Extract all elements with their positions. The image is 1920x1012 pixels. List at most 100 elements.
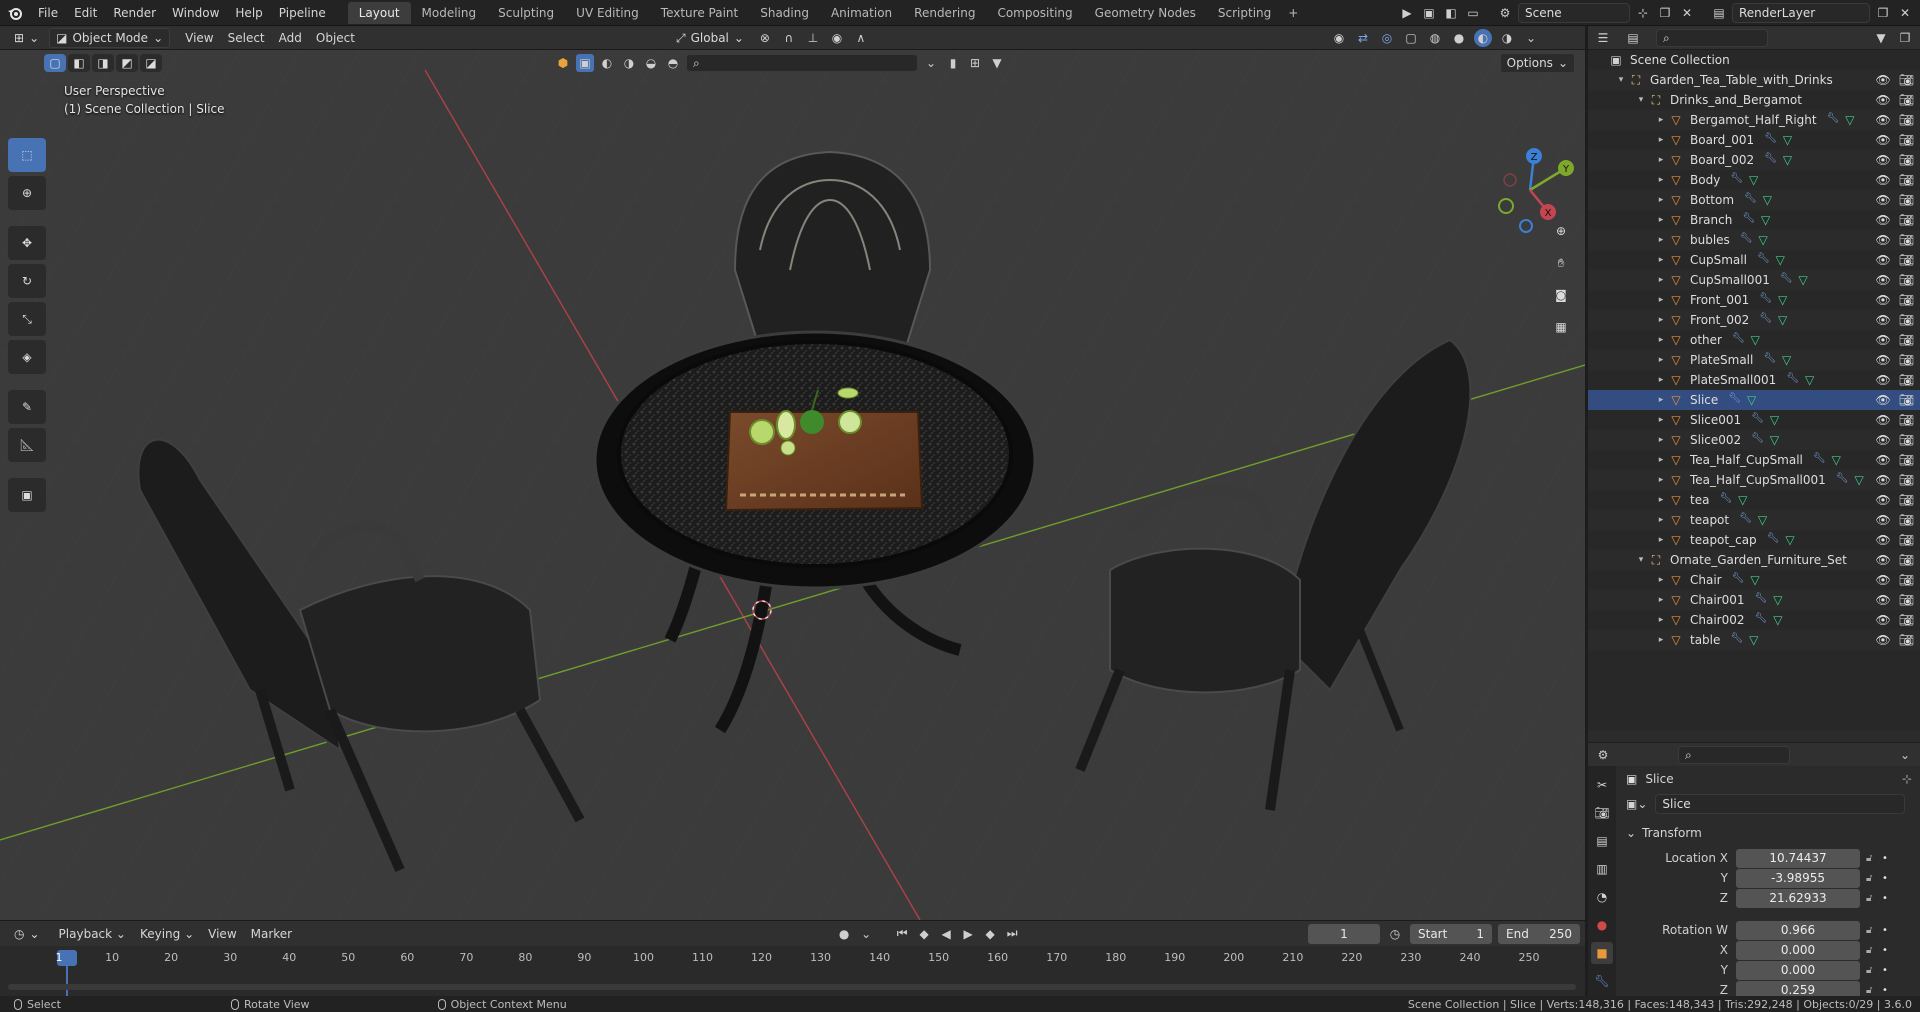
mesh-data-icon[interactable]: ▽ — [1749, 633, 1758, 647]
camera-render-icon[interactable]: 📷︎ — [1899, 393, 1914, 407]
annotate-tool-icon[interactable]: ✎ — [8, 390, 46, 424]
expand-arrow-icon[interactable]: ▸ — [1654, 415, 1668, 425]
transform-field-value[interactable]: -3.98955 — [1736, 868, 1860, 888]
outliner-row[interactable]: ▸ ▽ Tea_Half_CupSmall 🔧︎ ▽ 👁︎ 📷︎ — [1588, 450, 1920, 470]
camera-render-icon[interactable]: 📷︎ — [1899, 233, 1914, 247]
eye-icon[interactable]: 👁︎ — [1876, 573, 1891, 587]
transform-field-value[interactable]: 0.966 — [1736, 920, 1860, 940]
outliner-row[interactable]: ▾ ⛶ Drinks_and_Bergamot 👁︎ 📷︎ — [1588, 90, 1920, 110]
modifier-wrench-icon[interactable]: 🔧︎ — [1764, 133, 1777, 147]
pin-icon[interactable]: ⊹ — [1634, 4, 1652, 22]
jump-end-icon[interactable]: ⏭ — [1003, 925, 1021, 943]
eye-icon[interactable]: 👁︎ — [1876, 353, 1891, 367]
filter-icon[interactable]: ▼ — [988, 54, 1006, 72]
modifier-wrench-icon[interactable]: 🔧︎ — [1767, 533, 1780, 547]
timeline-menu-marker[interactable]: Marker — [244, 927, 299, 941]
lock-icon[interactable]: 🔓︎ — [1866, 925, 1882, 936]
mesh-data-icon[interactable]: ▽ — [1759, 233, 1768, 247]
viewport-search-input[interactable]: ⌕ — [686, 54, 918, 72]
view-layer-field[interactable]: RenderLayer — [1732, 3, 1870, 23]
camera-render-icon[interactable]: 📷︎ — [1899, 113, 1914, 127]
start-frame-field[interactable]: Start 1 — [1410, 923, 1492, 944]
select-subtract-icon[interactable]: ◨ — [92, 54, 114, 72]
modifier-wrench-icon[interactable]: 🔧︎ — [1786, 373, 1799, 387]
outliner-row[interactable]: ▸ ▽ Tea_Half_CupSmall001 🔧︎ ▽ 👁︎ 📷︎ — [1588, 470, 1920, 490]
falloff-icon[interactable]: ∧ — [852, 29, 870, 47]
tab-scripting[interactable]: Scripting — [1207, 2, 1282, 24]
eye-icon[interactable]: 👁︎ — [1876, 433, 1891, 447]
expand-arrow-icon[interactable]: ▸ — [1654, 255, 1668, 265]
outliner-row[interactable]: ▸ ▽ bubles 🔧︎ ▽ 👁︎ 📷︎ — [1588, 230, 1920, 250]
all-objects-filter-icon[interactable]: ⬢ — [554, 54, 572, 72]
expand-arrow-icon[interactable]: ▸ — [1654, 335, 1668, 345]
eye-icon[interactable]: 👁︎ — [1876, 293, 1891, 307]
lock-icon[interactable]: 🔓︎ — [1866, 853, 1882, 864]
outliner-row[interactable]: ▣ Scene Collection — [1588, 50, 1920, 70]
prev-keyframe-icon[interactable]: ◆ — [915, 925, 933, 943]
object-name-field[interactable]: Slice — [1655, 794, 1906, 814]
chevron-down-icon[interactable]: ⌄ — [1896, 746, 1914, 764]
camera-render-icon[interactable]: 📷︎ — [1899, 473, 1914, 487]
outliner-editor-icon[interactable]: ☰ — [1594, 29, 1612, 47]
camera-render-icon[interactable]: 📷︎ — [1899, 313, 1914, 327]
outliner-row[interactable]: ▸ ▽ Front_002 🔧︎ ▽ 👁︎ 📷︎ — [1588, 310, 1920, 330]
proportional-edit-icon[interactable]: ◉ — [828, 29, 846, 47]
scene-tab-icon[interactable]: ◔ — [1591, 886, 1613, 908]
expand-arrow-icon[interactable]: ▸ — [1654, 295, 1668, 305]
expand-arrow-icon[interactable]: ▸ — [1654, 235, 1668, 245]
modifier-wrench-icon[interactable]: 🔧︎ — [1732, 573, 1745, 587]
mesh-data-icon[interactable]: ▽ — [1750, 573, 1759, 587]
camera-render-icon[interactable]: 📷︎ — [1899, 613, 1914, 627]
mesh-data-icon[interactable]: ▽ — [1785, 533, 1794, 547]
mesh-data-icon[interactable]: ▽ — [1776, 253, 1785, 267]
modifier-wrench-icon[interactable]: 🔧︎ — [1763, 353, 1776, 367]
mesh-data-icon[interactable]: ▽ — [1751, 333, 1760, 347]
mesh-data-icon[interactable]: ▽ — [1805, 373, 1814, 387]
new-scene-icon[interactable]: ❐ — [1656, 4, 1674, 22]
end-frame-field[interactable]: End 250 — [1498, 923, 1580, 944]
expand-arrow-icon[interactable]: ▸ — [1654, 515, 1668, 525]
material-shading-icon[interactable]: ◐ — [1474, 28, 1492, 47]
modifier-wrench-icon[interactable]: 🔧︎ — [1719, 493, 1732, 507]
visibility-icon[interactable]: ◉ — [1330, 29, 1348, 47]
camera-render-icon[interactable]: 📷︎ — [1899, 513, 1914, 527]
eye-icon[interactable]: 👁︎ — [1876, 513, 1891, 527]
timeline-menu-playback[interactable]: Playback ⌄ — [52, 927, 133, 941]
expand-arrow-icon[interactable]: ▸ — [1654, 215, 1668, 225]
options-dropdown[interactable]: Options ⌄ — [1499, 53, 1575, 73]
outliner-row[interactable]: ▸ ▽ tea 🔧︎ ▽ 👁︎ 📷︎ — [1588, 490, 1920, 510]
eye-icon[interactable]: 👁︎ — [1876, 73, 1891, 87]
eye-icon[interactable]: 👁︎ — [1876, 93, 1891, 107]
modifier-wrench-icon[interactable]: 🔧︎ — [1759, 293, 1772, 307]
mesh-data-icon[interactable]: ▽ — [1778, 293, 1787, 307]
mode-dropdown[interactable]: ◪ Object Mode ⌄ — [49, 27, 171, 48]
eye-icon[interactable]: 👁︎ — [1876, 153, 1891, 167]
camera-render-icon[interactable]: 📷︎ — [1899, 133, 1914, 147]
camera-render-icon[interactable]: 📷︎ — [1899, 633, 1914, 647]
expand-arrow-icon[interactable]: ▸ — [1654, 115, 1668, 125]
expand-arrow-icon[interactable]: ▸ — [1654, 575, 1668, 585]
outliner-row[interactable]: ▸ ▽ Body 🔧︎ ▽ 👁︎ 📷︎ — [1588, 170, 1920, 190]
expand-arrow-icon[interactable]: ▸ — [1654, 455, 1668, 465]
mesh-data-icon[interactable]: ▽ — [1749, 173, 1758, 187]
scene-type-icon[interactable]: ⚙ — [1496, 4, 1514, 22]
camera-render-icon[interactable]: 📷︎ — [1899, 433, 1914, 447]
pan-hand-icon[interactable]: ✋︎ — [1546, 250, 1576, 276]
tab-texture-paint[interactable]: Texture Paint — [650, 2, 749, 24]
outliner-row[interactable]: ▸ ▽ Chair 🔧︎ ▽ 👁︎ 📷︎ — [1588, 570, 1920, 590]
modifier-wrench-icon[interactable]: 🔧︎ — [1751, 413, 1764, 427]
outliner-row[interactable]: ▸ ▽ Slice001 🔧︎ ▽ 👁︎ 📷︎ — [1588, 410, 1920, 430]
collapse-arrow-icon[interactable]: ▾ — [1614, 75, 1628, 85]
menu-file[interactable]: File — [30, 2, 66, 24]
lock-icon[interactable]: 🔓︎ — [1866, 965, 1882, 976]
mesh-data-icon[interactable]: ▽ — [1738, 493, 1747, 507]
mesh-data-icon[interactable]: ▽ — [1799, 273, 1808, 287]
expand-arrow-icon[interactable]: ▸ — [1654, 615, 1668, 625]
outliner-row[interactable]: ▸ ▽ Bottom 🔧︎ ▽ 👁︎ 📷︎ — [1588, 190, 1920, 210]
tab-sculpting[interactable]: Sculpting — [487, 2, 565, 24]
eye-icon[interactable]: 👁︎ — [1876, 273, 1891, 287]
outliner-row[interactable]: ▸ ▽ other 🔧︎ ▽ 👁︎ 📷︎ — [1588, 330, 1920, 350]
expand-arrow-icon[interactable]: ▸ — [1654, 195, 1668, 205]
tab-layout[interactable]: Layout — [347, 1, 411, 24]
modifier-tab-icon[interactable]: 🔧︎ — [1591, 970, 1613, 992]
